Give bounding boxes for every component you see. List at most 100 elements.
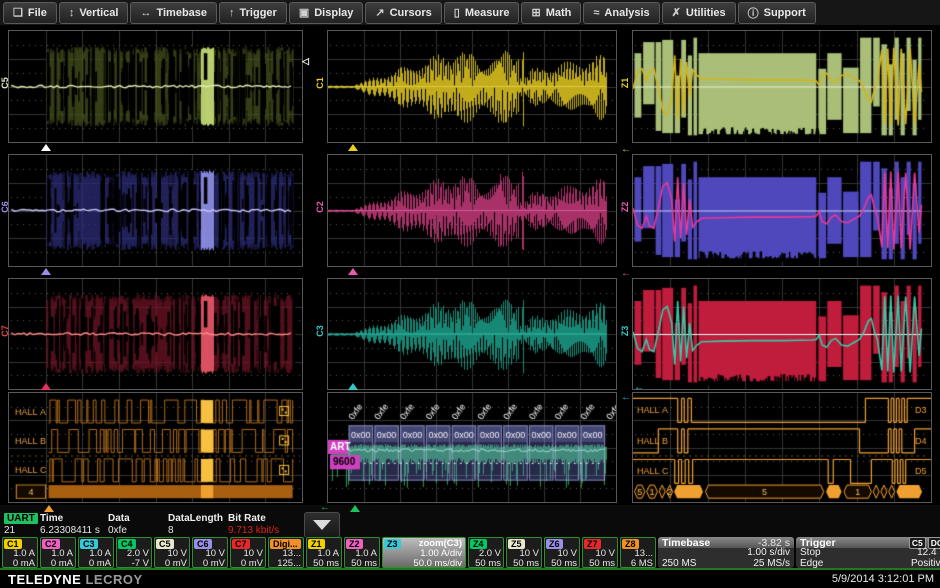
grid-pane-c7[interactable] (8, 278, 303, 390)
descriptor-c4[interactable]: C42.0 V-7 V (116, 537, 152, 568)
trigger-marker-c1[interactable] (348, 144, 358, 151)
grid-pane-c1[interactable] (327, 30, 617, 143)
grid-pane-c6[interactable] (8, 154, 303, 267)
file-icon: ❏ (13, 6, 23, 19)
display-icon: ▣ (299, 6, 309, 19)
trigger-marker-c6[interactable] (41, 268, 51, 275)
desc-line2: 0 mA (13, 559, 35, 569)
math-icon: ⊞ (531, 6, 540, 19)
axis-label-z2: Z2 (620, 199, 630, 215)
menu-label: Timebase (156, 7, 207, 19)
descriptor-z1[interactable]: Z11.0 A50 ms (306, 537, 342, 568)
cursors-icon: ↗ (375, 6, 384, 19)
uart-col-data: Data (108, 513, 130, 524)
menu-label: Trigger (240, 7, 277, 19)
grid-pane-uart-decode[interactable] (327, 392, 617, 503)
menu-analysis[interactable]: ≈ Analysis (583, 2, 659, 24)
desc-line3: 50.0 ms/div (413, 559, 462, 569)
axis-label-c3: C3 (315, 323, 325, 339)
uart-col-time: Time (40, 513, 63, 524)
chevron-down-icon (313, 520, 331, 530)
trigger-marker-uart[interactable] (350, 505, 360, 512)
trigger-marker-c2[interactable] (348, 268, 358, 275)
menu-label: Display (314, 7, 353, 19)
axis-label-z3: Z3 (620, 323, 630, 339)
axis-label-c7: C7 (0, 323, 10, 339)
menu-trigger[interactable]: ↑ Trigger (219, 2, 287, 24)
descriptor-digi[interactable]: Digi...13...125... (268, 537, 304, 568)
menu-label: Cursors (390, 7, 432, 19)
descriptor-c5[interactable]: C510 V0 mV (154, 537, 190, 568)
desc-line2: 0 mA (89, 559, 111, 569)
desc-line2: 0 mV (241, 559, 263, 569)
desc-line2: 125... (277, 559, 301, 569)
grid-pane-z1[interactable] (632, 30, 932, 143)
desc-line2: 50 ms (589, 559, 615, 569)
table-collapse-button[interactable] (304, 512, 340, 538)
trigger-marker-hall[interactable] (41, 383, 51, 390)
grid-pane-hall[interactable] (8, 392, 303, 503)
descriptor-c3[interactable]: C31.0 A0 mA (78, 537, 114, 568)
table-link-marker-orange (44, 505, 54, 512)
descriptor-z3[interactable]: Z3zoom(C3)1.00 A/div50.0 ms/div (382, 537, 466, 568)
timebase-descriptor[interactable]: Timebase -3.82 s 1.00 s/div 250 MS 25 MS… (658, 537, 794, 568)
uart-row-length: 8 (168, 525, 174, 536)
menu-math[interactable]: ⊞Math (521, 2, 581, 24)
menu-display[interactable]: ▣ Display (289, 2, 364, 24)
vertical-icon: ↕ (69, 7, 75, 19)
uart-col-datalength: DataLength (168, 513, 223, 524)
menu-support[interactable]: ⓘSupport (738, 2, 816, 24)
zoom-pos-marker-z2[interactable]: ← (621, 269, 631, 279)
trigger-level: 12.4 V (917, 548, 940, 559)
timebase-samples: 250 MS (662, 559, 696, 569)
descriptor-z8[interactable]: Z813...6 MS (620, 537, 656, 568)
descriptor-z6[interactable]: Z610 V50 ms (544, 537, 580, 568)
grid-pane-z3[interactable] (632, 278, 932, 390)
descriptor-z7[interactable]: Z710 V50 ms (582, 537, 618, 568)
trigger-marker-c5[interactable] (41, 144, 51, 151)
trigger-level-marker[interactable]: ◁ (302, 56, 309, 66)
zoom-pos-marker-hall[interactable]: ← (634, 383, 644, 393)
menu-vertical[interactable]: ↕Vertical (59, 2, 129, 24)
trigger-marker-c3[interactable] (348, 383, 358, 390)
analysis-icon: ≈ (593, 7, 599, 19)
descriptor-c6[interactable]: C610 V0 mV (192, 537, 228, 568)
uart-row-index: 21 (4, 525, 15, 536)
menu-label: Analysis (604, 7, 649, 19)
menu-label: Measure (465, 7, 510, 19)
channel-chip: Z3 (384, 539, 401, 549)
trigger-mode: Stop (800, 548, 821, 559)
grid-pane-c2[interactable] (327, 154, 617, 267)
descriptor-z2[interactable]: Z21.0 A50 ms (344, 537, 380, 568)
menu-timebase[interactable]: ↔Timebase (130, 2, 217, 24)
status-bar: TELEDYNE LECROY 5/9/2014 3:12:01 PM (0, 570, 940, 588)
desc-line2: -7 V (132, 559, 149, 569)
grid-pane-z2[interactable] (632, 154, 932, 267)
menu-cursors[interactable]: ↗ Cursors (365, 2, 441, 24)
uart-row-data: 0xfe (108, 525, 127, 536)
descriptor-c7[interactable]: C710 V0 mV (230, 537, 266, 568)
desc-line2: 0 mV (165, 559, 187, 569)
descriptor-c1[interactable]: C11.0 A0 mA (2, 537, 38, 568)
grid-pane-hall-zoom[interactable] (632, 392, 932, 503)
descriptor-c2[interactable]: C21.0 A0 mA (40, 537, 76, 568)
zoom-pos-marker-z3[interactable]: ← (621, 393, 631, 403)
timebase-scale: 1.00 s/div (747, 548, 790, 559)
trigger-descriptor[interactable]: Trigger C5 DC Stop 12.4 V Edge Positive (796, 537, 940, 568)
menu-measure[interactable]: ▯Measure (444, 2, 520, 24)
desc-line2: 50 ms (513, 559, 539, 569)
utilities-icon: ✗ (672, 6, 681, 19)
menu-file[interactable]: ❏File (3, 2, 57, 24)
descriptor-z5[interactable]: Z510 V50 ms (506, 537, 542, 568)
menu-utilities[interactable]: ✗Utilities (662, 2, 736, 24)
trigger-icon: ↑ (229, 7, 235, 19)
descriptor-z4[interactable]: Z42.0 V50 ms (468, 537, 504, 568)
grid-pane-c3[interactable] (327, 278, 617, 390)
desc-line2: 50 ms (551, 559, 577, 569)
support-icon: ⓘ (748, 5, 759, 21)
grid-pane-c5[interactable] (8, 30, 303, 143)
desc-line2: 0 mV (203, 559, 225, 569)
timebase-title: Timebase (662, 537, 710, 549)
zoom-pos-marker-z1[interactable]: ← (621, 145, 631, 155)
uart-row-time: 6.23308411 s (40, 525, 100, 536)
